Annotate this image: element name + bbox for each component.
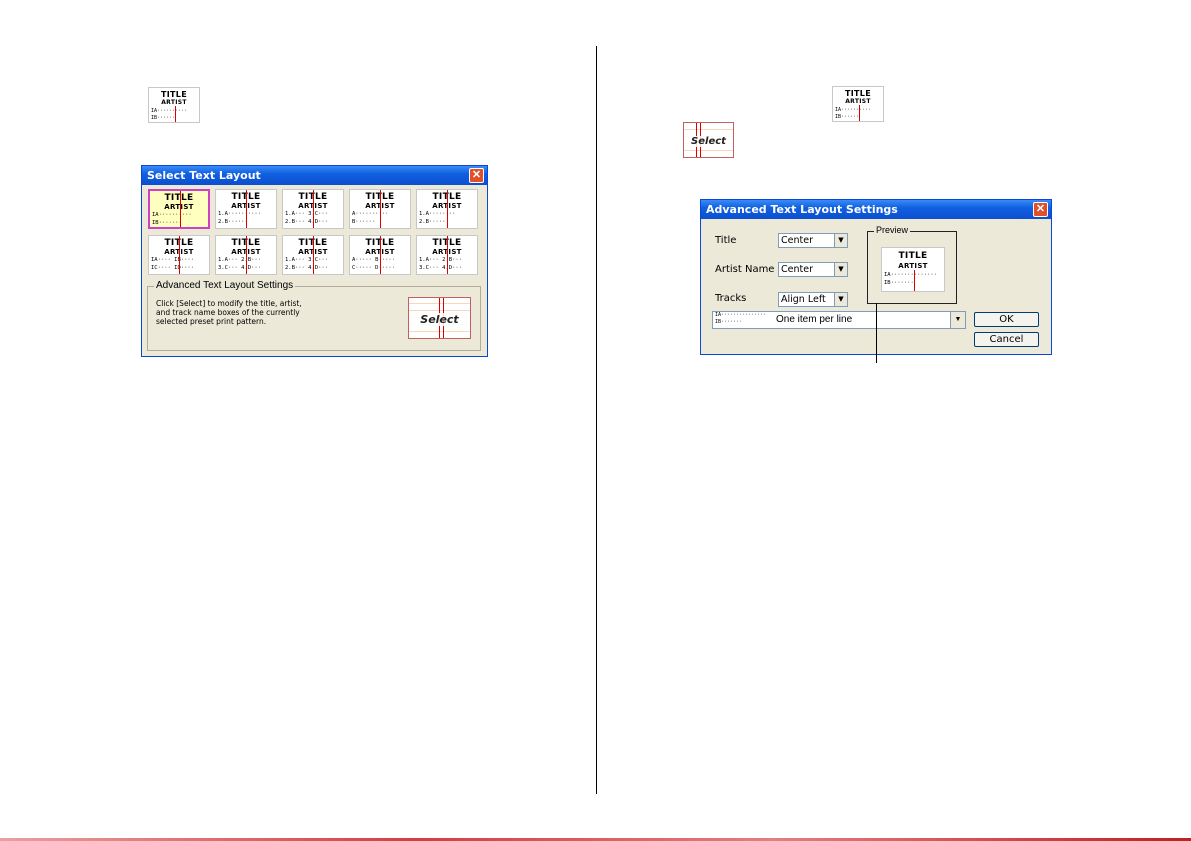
layout-option[interactable]: TITLE ARTIST IA·········· IB······· [148,189,210,229]
chevron-down-icon: ▼ [834,293,847,306]
center-guide-line [859,105,860,121]
close-button[interactable]: ✕ [1033,202,1048,217]
layout-option[interactable]: TITLEARTIST1.A··· 3.C···2.B··· 4.D··· [282,189,344,229]
layout-option[interactable]: TITLEARTIST1.A··········2.B······ [215,189,277,229]
center-guide-line [246,236,247,274]
title-alignment-select[interactable]: Center ▼ [778,233,848,248]
center-guide-line [447,190,448,228]
center-guide-line [380,190,381,228]
ok-button[interactable]: OK [974,312,1039,327]
center-guide-line [175,106,176,122]
track-mode-select[interactable]: IA··············· IB······· One item per… [712,311,966,329]
title-bar: Advanced Text Layout Settings ✕ [701,200,1051,219]
center-guide-line [180,191,181,227]
dialog-title: Advanced Text Layout Settings [706,203,898,216]
preview-thumbnail: TITLE ARTIST IA·············· IB······· [881,247,945,292]
dialog-title: Select Text Layout [147,169,261,182]
page-divider [596,46,597,794]
center-guide-line [380,236,381,274]
layout-option[interactable]: TITLEARTIST1.A··· 3.C···2.B··· 4.D··· [282,235,344,275]
callout-line [876,303,877,363]
artist-name-label: Artist Name [715,264,775,275]
cancel-button[interactable]: Cancel [974,332,1039,347]
center-guide-line [313,236,314,274]
advanced-settings-group: Advanced Text Layout Settings Click [Sel… [147,280,481,351]
artist-alignment-select[interactable]: Center ▼ [778,262,848,277]
group-label: Advanced Text Layout Settings [154,280,296,291]
chevron-down-icon: ▼ [834,234,847,247]
layout-option[interactable]: TITLEARTIST1.A··· 2.B···3.C··· 4.D··· [215,235,277,275]
layout-option[interactable]: TITLEARTISTA····· B·····C····· D····· [349,235,411,275]
center-guide-line [447,236,448,274]
title-bar: Select Text Layout ✕ [142,166,487,185]
text-layout-icon: TITLE ARTIST IA·········· IB······ [148,87,200,123]
select-button[interactable]: Select [408,297,471,339]
center-guide-line [914,270,915,291]
preview-label: Preview [874,225,911,235]
close-button[interactable]: ✕ [469,168,484,183]
chevron-down-icon: ▼ [834,263,847,276]
title-label: Title [715,235,737,246]
tracks-alignment-select[interactable]: Align Left ▼ [778,292,848,307]
layout-option[interactable]: TITLEARTISTA··········B······ [349,189,411,229]
preview-panel: Preview TITLE ARTIST IA·············· IB… [867,225,957,304]
group-description: Click [Select] to modify the title, arti… [156,299,302,326]
select-text-layout-dialog: Select Text Layout ✕ TITLE ARTIST IA······… [141,165,488,357]
tracks-label: Tracks [715,293,747,304]
layout-option[interactable]: TITLEARTIST1.A··· 2.B···3.C··· 4.D··· [416,235,478,275]
layout-option[interactable]: TITLEARTISTIA···· IB····IC···· ID···· [148,235,210,275]
center-guide-line [246,190,247,228]
center-guide-line [313,190,314,228]
text-layout-icon: TITLE ARTIST IA·········· IB······ [832,86,884,122]
center-guide-line [179,236,180,274]
select-icon: Select [683,122,734,158]
chevron-down-icon: ▼ [950,312,965,328]
layout-option[interactable]: TITLEARTIST1.A········2.B····· [416,189,478,229]
